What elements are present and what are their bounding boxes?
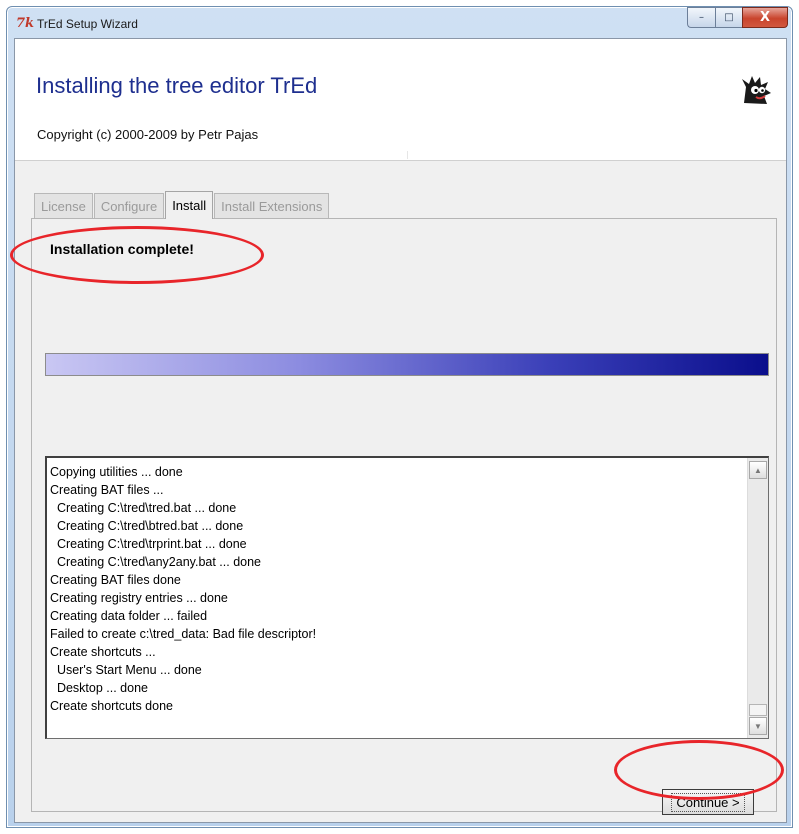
wizard-client-area: Installing the tree editor TrEd Copyrigh… xyxy=(14,38,787,823)
progress-fill xyxy=(46,354,768,375)
install-progress-bar xyxy=(45,353,769,376)
log-line: User's Start Menu ... done xyxy=(50,663,202,677)
window-title: TrEd Setup Wizard xyxy=(37,17,138,31)
tab-license[interactable]: License xyxy=(34,193,93,218)
title-bar[interactable]: 7k TrEd Setup Wizard – □ X xyxy=(7,7,792,39)
setup-wizard-window: 7k TrEd Setup Wizard – □ X Installing th… xyxy=(6,6,793,828)
wizard-header: Installing the tree editor TrEd Copyrigh… xyxy=(15,39,786,161)
close-button[interactable]: X xyxy=(742,7,788,28)
log-line: Creating BAT files done xyxy=(50,573,181,587)
scroll-down-icon[interactable]: ▼ xyxy=(749,717,767,735)
log-line: Creating C:\tred\trprint.bat ... done xyxy=(50,537,247,551)
tk-app-icon: 7k xyxy=(16,16,35,31)
copyright-text: Copyright (c) 2000-2009 by Petr Pajas xyxy=(37,127,259,142)
tab-configure[interactable]: Configure xyxy=(93,193,165,218)
scroll-up-icon[interactable]: ▲ xyxy=(749,461,767,479)
log-line: Creating C:\tred\btred.bat ... done xyxy=(50,519,244,533)
log-line: Creating BAT files ... xyxy=(50,483,164,497)
install-panel: Installation complete! Copying utilities… xyxy=(31,218,777,815)
tab-install-extensions[interactable]: Install Extensions xyxy=(214,193,330,218)
log-line: Creating data folder ... failed xyxy=(50,609,208,623)
tab-install[interactable]: Install xyxy=(165,191,214,219)
log-line: Create shortcuts ... xyxy=(50,645,156,659)
install-log[interactable]: Copying utilities ... done Creating BAT f… xyxy=(45,456,769,739)
log-line: Creating registry entries ... done xyxy=(50,591,228,605)
continue-button-label: Continue > xyxy=(671,792,745,812)
log-line: Creating C:\tred\any2any.bat ... done xyxy=(50,555,262,569)
log-scrollbar[interactable]: ▲ ▼ xyxy=(747,458,768,738)
header-divider xyxy=(407,151,408,159)
log-line: Creating C:\tred\tred.bat ... done xyxy=(50,501,237,515)
tred-mascot-icon xyxy=(742,76,771,104)
page-title: Installing the tree editor TrEd xyxy=(36,73,318,98)
minimize-button[interactable]: – xyxy=(687,7,715,28)
log-line: Create shortcuts done xyxy=(50,699,173,713)
continue-button[interactable]: Continue > xyxy=(662,789,754,815)
caption-buttons: – □ X xyxy=(687,7,788,29)
log-line: Failed to create c:\tred_data: Bad file … xyxy=(50,627,317,641)
scroll-thumb[interactable] xyxy=(749,704,767,716)
log-line: Copying utilities ... done xyxy=(50,465,183,479)
wizard-tabs: License Configure Install Install Extens… xyxy=(34,191,330,219)
install-status: Installation complete! xyxy=(50,241,194,257)
maximize-button[interactable]: □ xyxy=(715,7,742,28)
log-lines: Copying utilities ... done Creating BAT f… xyxy=(50,463,744,715)
log-line: Desktop ... done xyxy=(50,681,148,695)
